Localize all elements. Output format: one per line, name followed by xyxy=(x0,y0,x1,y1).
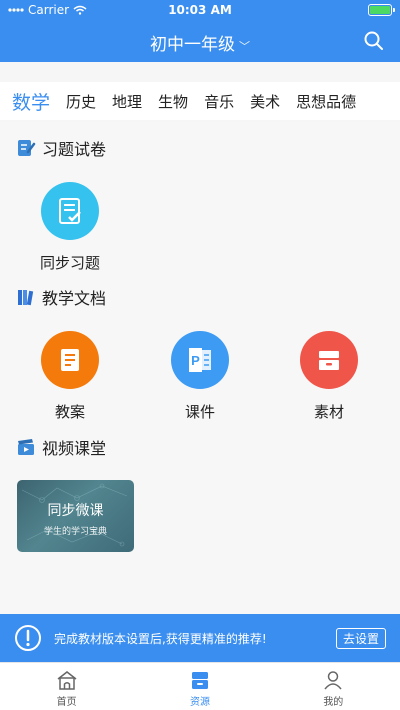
search-icon[interactable] xyxy=(362,29,386,53)
micro-lesson-title: 同步微课 xyxy=(47,503,104,519)
resource-content: 习题试卷 同步习题 教学文档 教案 P 课件 素材 视频课堂 同步微课 学生的学… xyxy=(0,122,400,614)
checklist-icon xyxy=(41,182,99,240)
tab-history[interactable]: 历史 xyxy=(58,91,104,112)
section-title-video: 视频课堂 xyxy=(42,439,107,458)
archive-icon xyxy=(300,331,358,389)
chevron-down-icon: ﹀ xyxy=(239,40,250,53)
nav-home-label: 首页 xyxy=(56,697,77,708)
grade-selector[interactable]: 初中一年级 ﹀ xyxy=(0,30,400,55)
powerpoint-icon: P xyxy=(171,331,229,389)
user-icon xyxy=(324,671,342,690)
go-settings-button[interactable]: 去设置 xyxy=(336,628,386,649)
lesson-plan-item[interactable]: 教案 xyxy=(25,331,115,422)
nav-mine-label: 我的 xyxy=(323,697,344,708)
books-icon xyxy=(18,290,34,306)
home-icon xyxy=(57,671,77,690)
tab-morality[interactable]: 思想品德 xyxy=(288,91,364,112)
sync-exercises-label: 同步习题 xyxy=(39,254,100,272)
section-documents-header: 教学文档 xyxy=(16,285,106,309)
section-video-header: 视频课堂 xyxy=(16,435,106,459)
resources-icon xyxy=(191,672,208,689)
tab-math[interactable]: 数学 xyxy=(0,88,58,115)
svg-text:P: P xyxy=(191,353,200,368)
section-title-exercises: 习题试卷 xyxy=(42,140,107,159)
nav-home[interactable]: 首页 xyxy=(0,663,133,710)
nav-mine[interactable]: 我的 xyxy=(267,663,400,710)
tab-geography[interactable]: 地理 xyxy=(104,91,150,112)
subject-tabs: 数学 历史 地理 生物 音乐 美术 思想品德 xyxy=(0,82,400,120)
notice-text: 完成教材版本设置后,获得更精准的推荐! xyxy=(54,632,267,646)
header: 初中一年级 ﹀ xyxy=(0,20,400,62)
grade-title: 初中一年级 xyxy=(150,35,235,55)
micro-lesson-card[interactable]: 同步微课 学生的学习宝典 xyxy=(17,480,134,552)
clapperboard-icon xyxy=(18,439,34,455)
sync-exercises-item[interactable]: 同步习题 xyxy=(25,182,115,273)
material-label: 素材 xyxy=(313,403,344,421)
section-exercises-header: 习题试卷 xyxy=(16,136,106,160)
section-title-documents: 教学文档 xyxy=(42,289,107,308)
courseware-label: 课件 xyxy=(184,403,215,421)
tab-art[interactable]: 美术 xyxy=(242,91,288,112)
tab-music[interactable]: 音乐 xyxy=(196,91,242,112)
bottom-nav: 首页 资源 我的 xyxy=(0,662,400,710)
tab-biology[interactable]: 生物 xyxy=(150,91,196,112)
lesson-plan-label: 教案 xyxy=(54,403,85,421)
exclamation-icon xyxy=(15,625,41,651)
exam-paper-icon xyxy=(18,140,36,156)
settings-notice-banner: 完成教材版本设置后,获得更精准的推荐! 去设置 xyxy=(0,614,400,662)
lesson-plan-icon xyxy=(41,331,99,389)
material-item[interactable]: 素材 xyxy=(284,331,374,422)
battery-icon xyxy=(368,4,395,16)
clock: 10:03 AM xyxy=(168,3,232,17)
micro-lesson-subtitle: 学生的学习宝典 xyxy=(43,527,107,537)
nav-resources[interactable]: 资源 xyxy=(133,663,266,710)
nav-resources-label: 资源 xyxy=(189,697,210,708)
courseware-item[interactable]: P 课件 xyxy=(155,331,245,422)
status-bar: Carrier 10:03 AM xyxy=(0,0,400,20)
